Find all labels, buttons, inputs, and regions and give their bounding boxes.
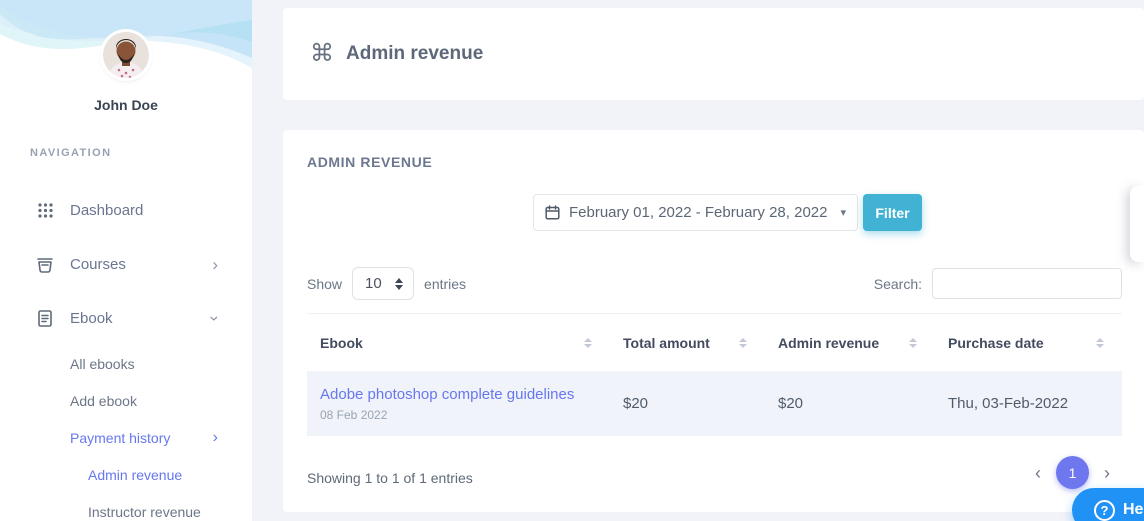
page-title: Admin revenue (346, 43, 483, 65)
search-label: Search: (874, 276, 922, 292)
pagination: ‹ 1 › (1029, 456, 1116, 489)
sidebar-item-label: Dashboard (70, 202, 143, 219)
caret-down-icon: ▾ (840, 206, 846, 219)
entries-label: entries (424, 276, 466, 292)
admin-revenue-card: ADMIN REVENUE February 01, 2022 - Februa… (283, 130, 1144, 512)
date-range-input[interactable]: February 01, 2022 - February 28, 2022 ▾ (533, 194, 858, 231)
nav-section-label: NAVIGATION (30, 147, 111, 159)
sidebar-item-label: All ebooks (70, 356, 135, 372)
command-icon: ⌘ (310, 42, 334, 66)
floating-panel-toggle[interactable] (1130, 186, 1144, 262)
pagination-next-button[interactable]: › (1098, 457, 1116, 489)
date-range-value: February 01, 2022 - February 28, 2022 (569, 204, 828, 221)
sidebar-item-label: Payment history (70, 430, 170, 446)
ebook-added-date: 08 Feb 2022 (320, 408, 610, 422)
sort-icon (584, 338, 592, 348)
filter-button[interactable]: Filter (863, 194, 922, 231)
sidebar-item-courses[interactable]: Courses › (0, 237, 252, 291)
sidebar-item-label: Ebook (70, 310, 113, 327)
sidebar-item-all-ebooks[interactable]: All ebooks (0, 345, 252, 382)
admin-revenue-cell: $20 (765, 371, 935, 436)
purchase-date-cell: Thu, 03-Feb-2022 (935, 371, 1122, 436)
table-info: Showing 1 to 1 of 1 entries (307, 470, 473, 486)
page-length-value: 10 (365, 275, 382, 292)
card-title: ADMIN REVENUE (307, 154, 432, 170)
sidebar-item-payment-history[interactable]: Payment history › (0, 419, 252, 456)
help-button[interactable]: ? Help (1072, 488, 1144, 521)
sidebar-item-dashboard[interactable]: Dashboard (0, 183, 252, 237)
sidebar-item-label: Courses (70, 256, 126, 273)
page-header: ⌘ Admin revenue (283, 8, 1144, 100)
pagination-prev-button[interactable]: ‹ (1029, 457, 1047, 489)
select-spinner-icon (395, 278, 403, 290)
grid-dots-icon (36, 201, 54, 219)
user-avatar[interactable] (103, 32, 149, 78)
sort-icon (909, 338, 917, 348)
chevron-right-icon: › (212, 256, 218, 273)
book-icon (36, 309, 54, 327)
chevron-down-icon: › (207, 315, 224, 321)
basket-icon (36, 255, 54, 273)
sidebar-item-label: Instructor revenue (88, 504, 201, 520)
column-header-admin-revenue[interactable]: Admin revenue (765, 335, 935, 351)
total-amount-cell: $20 (610, 371, 765, 436)
column-header-purchase-date[interactable]: Purchase date (935, 335, 1122, 351)
sidebar-item-ebook[interactable]: Ebook › (0, 291, 252, 345)
column-header-total-amount[interactable]: Total amount (610, 335, 765, 351)
sidebar-item-label: Admin revenue (88, 467, 182, 483)
user-name: John Doe (0, 97, 252, 113)
sidebar-item-add-ebook[interactable]: Add ebook (0, 382, 252, 419)
sidebar: John Doe NAVIGATION Dashboard (0, 0, 252, 521)
question-icon: ? (1094, 500, 1115, 521)
sidebar-item-admin-revenue[interactable]: Admin revenue (0, 456, 252, 493)
calendar-icon (545, 205, 560, 220)
table-row: Adobe photoshop complete guidelines 08 F… (307, 371, 1122, 436)
sort-icon (739, 338, 747, 348)
chevron-right-icon: › (213, 430, 218, 446)
revenue-table: Ebook Total amount Admin revenue Purchas… (307, 313, 1122, 436)
sidebar-item-label: Add ebook (70, 393, 137, 409)
page-length-select[interactable]: 10 (352, 267, 414, 300)
pagination-page-1[interactable]: 1 (1056, 456, 1089, 489)
sidebar-menu: Dashboard Courses › Ebook › (0, 183, 252, 521)
sidebar-item-instructor-revenue[interactable]: Instructor revenue (0, 493, 252, 521)
sort-icon (1096, 338, 1104, 348)
table-header-row: Ebook Total amount Admin revenue Purchas… (307, 314, 1122, 371)
column-header-ebook[interactable]: Ebook (307, 335, 610, 351)
help-label: Help (1123, 501, 1144, 519)
search-input[interactable] (932, 268, 1122, 299)
ebook-title-link[interactable]: Adobe photoshop complete guidelines (320, 386, 610, 403)
show-label: Show (307, 276, 342, 292)
